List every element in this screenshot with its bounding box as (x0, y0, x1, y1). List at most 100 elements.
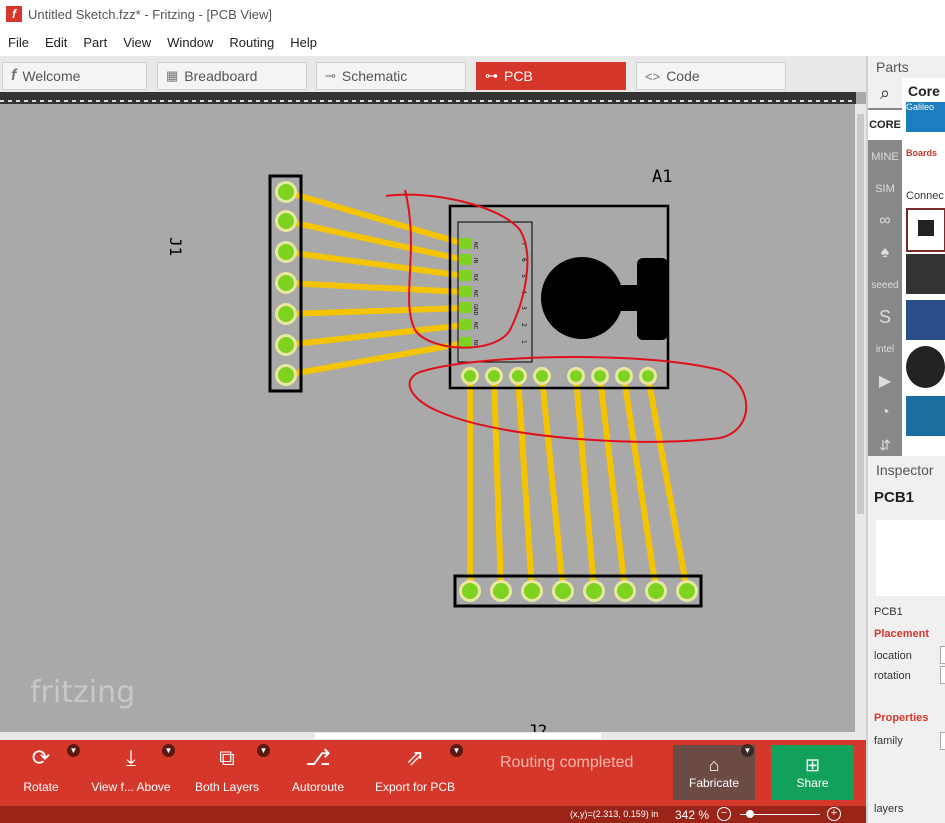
scroll-thumb[interactable] (857, 114, 864, 514)
current-bin-label: Core (908, 83, 940, 99)
tab-schematic-label: Schematic (341, 68, 408, 84)
fritzing-watermark: fritzing (30, 675, 135, 710)
rotate-button[interactable]: ⟳ Rotate (10, 740, 72, 806)
trace (283, 280, 468, 295)
pad (648, 583, 664, 599)
inspector-preview (876, 520, 945, 596)
pin-name: GND (472, 304, 478, 316)
rotation-label: rotation (874, 670, 911, 682)
pcb-canvas[interactable]: J1 A1 NC IN RX NC GND NC NC 7 6 5 4 3 2 … (0, 92, 866, 732)
menu-routing[interactable]: Routing (221, 35, 282, 50)
rotate-dropdown-icon[interactable]: ▼ (67, 744, 80, 757)
pcb-drawing: J1 A1 NC IN RX NC GND NC NC 7 6 5 4 3 2 … (30, 167, 748, 732)
location-field[interactable] (940, 646, 945, 664)
bin-mine[interactable]: MINE (868, 142, 902, 172)
menu-part[interactable]: Part (75, 35, 115, 50)
placement-header: Placement (874, 628, 930, 640)
pin-name: RX (472, 274, 478, 281)
layers-label: layers (874, 803, 904, 815)
both-layers-label: Both Layers (194, 780, 260, 794)
bin-sim[interactable]: SIM (868, 174, 902, 204)
code-icon: <> (645, 68, 661, 84)
tab-pcb[interactable]: ⊶ PCB (476, 62, 626, 90)
zoom-out-icon[interactable]: − (717, 807, 731, 821)
module-smd-pads (459, 238, 472, 348)
tab-breadboard[interactable]: ▦ Breadboard (157, 62, 307, 90)
cursor-coords: (x,y)=(2.313, 0.159) in (570, 809, 659, 819)
window-title: Untitled Sketch.fzz* - Fritzing - [PCB V… (28, 6, 272, 22)
menu-edit[interactable]: Edit (37, 35, 75, 50)
pad (493, 583, 509, 599)
module-pin-names: NC IN RX NC GND NC NC (472, 242, 478, 348)
pin-number: 1 (520, 340, 527, 344)
trace (539, 374, 566, 593)
tab-schematic[interactable]: ⊸ Schematic (316, 62, 466, 90)
pad (524, 583, 540, 599)
both-layers-button[interactable]: ⧉ Both Layers (190, 740, 264, 806)
play-bin-icon[interactable]: ▶ (868, 366, 902, 396)
menu-window[interactable]: Window (159, 35, 221, 50)
seeed-bin-icon[interactable]: seeed (868, 270, 902, 300)
autoroute-button[interactable]: ⎇ Autoroute (285, 740, 351, 806)
pad (464, 370, 476, 382)
vertical-scrollbar[interactable] (855, 104, 866, 732)
menu-view[interactable]: View (115, 35, 159, 50)
part-connector[interactable] (906, 208, 945, 252)
zoom-in-icon[interactable]: + (827, 807, 841, 821)
bin-core[interactable]: CORE (868, 110, 902, 140)
family-field[interactable] (940, 732, 945, 750)
module-bottom-pads (461, 367, 657, 385)
pin-number: 2 (520, 323, 527, 327)
label-j1[interactable]: J1 (166, 237, 185, 256)
tab-welcome[interactable]: f Welcome (2, 62, 147, 90)
autoroute-icon: ⎇ (305, 745, 331, 770)
arduino-bin-icon[interactable]: ∞ (868, 206, 902, 236)
trace (491, 374, 504, 593)
pad (459, 238, 472, 249)
part-terminal[interactable] (906, 300, 945, 340)
pin-name: IN (472, 258, 478, 263)
part-pixel[interactable] (906, 254, 945, 294)
sparkfun-bin-icon[interactable]: ♠ (868, 238, 902, 268)
search-icon[interactable]: ⌕ (868, 78, 902, 108)
fabricate-dropdown-icon[interactable]: ▼ (741, 744, 754, 757)
header-j1[interactable] (268, 174, 303, 393)
status-bar: (x,y)=(2.313, 0.159) in 342 % − + (0, 806, 866, 823)
parts-bin-list: ⌕ CORE MINE SIM ∞ ♠ seeed S intel ▶ ◔ ⇵ (868, 78, 902, 456)
rotate-label: Rotate (23, 780, 59, 794)
snootlab-bin-icon[interactable]: S (868, 302, 902, 332)
fritzing-icon: f (11, 67, 17, 84)
more-bins-icon[interactable]: ⇵ (868, 430, 902, 460)
part-din-connector[interactable] (906, 346, 945, 388)
part-galileo[interactable]: Galileo (906, 102, 945, 132)
layers-dropdown-icon[interactable]: ▼ (257, 744, 270, 757)
pad (459, 254, 472, 265)
menu-file[interactable]: File (0, 35, 37, 50)
scroll-thumb[interactable] (315, 733, 601, 739)
pad (459, 319, 472, 330)
export-dropdown-icon[interactable]: ▼ (450, 744, 463, 757)
part-board[interactable] (906, 396, 945, 436)
share-icon: ⊞ (804, 755, 821, 775)
label-a1[interactable]: A1 (652, 167, 672, 187)
intel-bin-icon[interactable]: intel (868, 334, 902, 364)
menu-help[interactable]: Help (282, 35, 325, 50)
rotation-field[interactable] (940, 666, 945, 684)
export-pcb-button[interactable]: ⇗ Export for PCB (372, 740, 458, 806)
view-dropdown-icon[interactable]: ▼ (162, 744, 175, 757)
parts-panel: Parts ⌕ CORE MINE SIM ∞ ♠ seeed S intel … (868, 56, 945, 456)
zoom-slider-handle[interactable] (746, 810, 754, 818)
part-boards[interactable]: Boards (906, 148, 945, 178)
canvas-ruler (0, 92, 856, 104)
breadboard-icon: ▦ (166, 68, 179, 83)
horizontal-scrollbar[interactable] (0, 732, 866, 740)
bottom-toolbar: ⟳ Rotate ▼ ⤓ View f... Above ▼ ⧉ Both La… (0, 740, 866, 806)
gauge-bin-icon[interactable]: ◔ (868, 398, 902, 428)
speaker-mount (637, 258, 668, 340)
share-button[interactable]: ⊞ Share (771, 745, 854, 800)
label-j2-partial: J2 (528, 721, 547, 732)
trace (573, 374, 597, 593)
header-j2-pads (459, 580, 698, 602)
tab-code[interactable]: <> Code (636, 62, 786, 90)
header-j2[interactable] (453, 574, 703, 608)
